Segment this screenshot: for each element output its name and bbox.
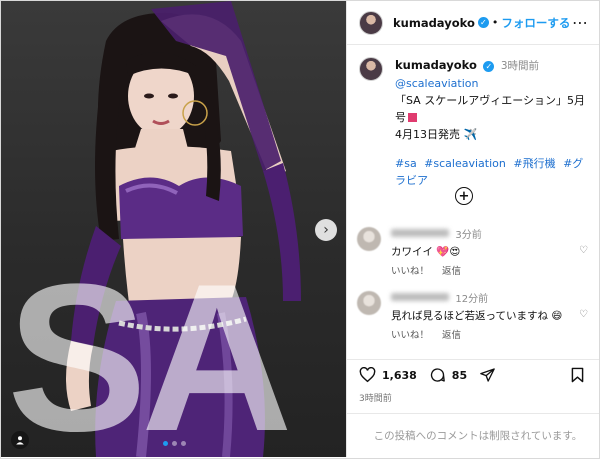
hashtags[interactable]: #sa #scaleaviation #飛行機 #グラビア (395, 155, 587, 189)
comment-heart-icon[interactable]: ♡ (579, 245, 588, 256)
red-square-icon (408, 113, 417, 122)
sa-overlay-text: SA (7, 240, 293, 458)
avatar[interactable] (359, 10, 383, 35)
person-tag-icon (16, 436, 24, 445)
comment-text: 見れば見るほど若返っていますね (391, 310, 548, 322)
more-icon[interactable]: ⋯ (572, 13, 589, 32)
heart-icon[interactable] (359, 367, 376, 383)
comment-emoji: 😄 (551, 310, 563, 322)
mention-link[interactable]: @scaleaviation (395, 75, 587, 92)
caption-line2: 4月13日発売 (395, 128, 460, 141)
comment-text: カワイイ (391, 246, 433, 258)
airplane-emoji: ✈️ (463, 128, 478, 141)
comment-reply-link[interactable]: 返信 (442, 330, 461, 341)
bookmark-icon[interactable] (570, 367, 585, 383)
post-caption: kumadayoko ✓ 3時間前 @scaleaviation 「SA スケー… (347, 45, 599, 189)
load-more-comments-button[interactable]: + (455, 187, 473, 205)
verified-badge-icon: ✓ (477, 17, 489, 28)
comment-reply-link[interactable]: 返信 (442, 266, 461, 277)
comment-avatar[interactable] (357, 291, 381, 315)
comment-item: 12分前 見れば見るほど若返っていますね 😄 いいね！ 返信 ♡ (357, 291, 592, 344)
carousel-dot (172, 441, 177, 446)
like-count[interactable]: 1,638 (382, 369, 417, 382)
share-icon[interactable] (479, 367, 496, 383)
comment-like-link[interactable]: いいね！ (391, 330, 429, 341)
comment-item: 3分前 カワイイ 💖😍 いいね！ 返信 ♡ (357, 227, 592, 280)
comment-icon[interactable] (429, 367, 446, 383)
carousel-dot (181, 441, 186, 446)
action-bar: 1,638 85 (359, 367, 496, 383)
caption-username[interactable]: kumadayoko (395, 58, 477, 72)
posted-time: 3時間前 (359, 394, 392, 404)
comment-time: 3分前 (455, 230, 482, 241)
caption-avatar[interactable] (359, 57, 383, 81)
verified-badge-icon: ✓ (483, 61, 495, 72)
post-media[interactable]: SA › (1, 1, 346, 457)
follow-button[interactable]: フォローする (501, 15, 570, 31)
header-username[interactable]: kumadayoko (393, 16, 475, 30)
plus-icon: + (458, 188, 470, 204)
next-image-button[interactable]: › (315, 219, 337, 241)
post-sidebar: kumadayoko ✓ • フォローする ⋯ kumadayoko ✓ 3時間… (346, 1, 599, 457)
comment-time: 12分前 (455, 294, 489, 305)
comment-username-blurred[interactable] (391, 229, 449, 237)
comment-like-link[interactable]: いいね！ (391, 266, 429, 277)
comment-avatar[interactable] (357, 227, 381, 251)
tagged-people-button[interactable] (11, 431, 29, 449)
chevron-right-icon: › (323, 222, 329, 238)
divider (347, 359, 599, 360)
carousel-indicator (163, 441, 186, 446)
separator-dot: • (491, 16, 499, 29)
post-header: kumadayoko ✓ • フォローする ⋯ (347, 1, 599, 45)
comment-count[interactable]: 85 (452, 369, 467, 382)
comment-emoji: 💖😍 (436, 246, 461, 258)
comments-restricted-notice: この投稿へのコメントは制限されています。 (347, 413, 599, 457)
comment-username-blurred[interactable] (391, 293, 449, 301)
carousel-dot (163, 441, 168, 446)
caption-time: 3時間前 (500, 60, 540, 72)
comment-heart-icon[interactable]: ♡ (579, 309, 588, 320)
caption-line1: 「SA スケールアヴィエーション」5月号 (395, 94, 585, 124)
